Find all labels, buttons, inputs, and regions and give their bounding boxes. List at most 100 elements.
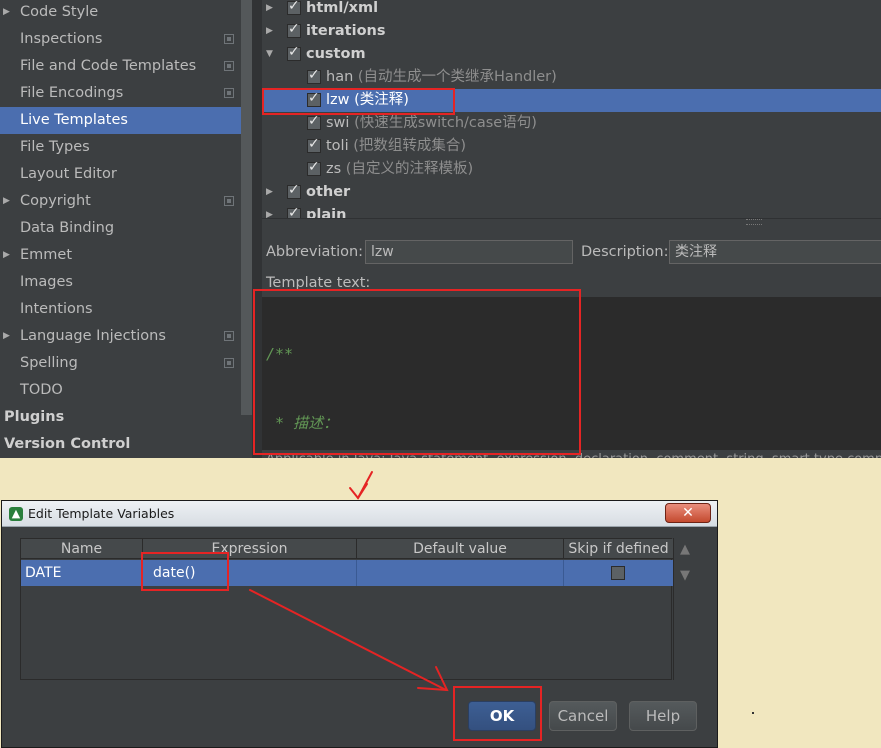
template-item[interactable]: ✓ han (自动生成一个类继承Handler) (262, 66, 881, 89)
settings-tree-item[interactable]: Intentions (0, 296, 240, 323)
cell-name[interactable]: DATE (21, 560, 143, 586)
template-abbreviation: swi (326, 115, 350, 131)
template-enabled-checkbox[interactable]: ✓ (287, 0, 301, 15)
template-enabled-checkbox[interactable]: ✓ (287, 205, 301, 218)
template-abbreviation: other (306, 184, 351, 200)
settings-tree-item[interactable]: Layout Editor (0, 161, 240, 188)
dialog-titlebar[interactable]: ▲ Edit Template Variables ✕ (2, 501, 717, 527)
template-description: (快速生成switch/case语句) (354, 115, 537, 131)
template-enabled-checkbox[interactable]: ✓ (287, 182, 301, 199)
collapse-arrow-icon[interactable]: ▼ (266, 43, 273, 66)
close-button[interactable]: ✕ (665, 503, 711, 523)
settings-tree-item-label: File Types (20, 139, 90, 155)
template-description: (把数组转成集合) (353, 138, 467, 154)
expand-arrow-icon[interactable]: ▶ (266, 181, 273, 204)
move-buttons-panel: ▲ ▼ (673, 538, 700, 680)
abbreviation-input[interactable]: lzw (365, 240, 573, 264)
move-up-icon[interactable]: ▲ (680, 542, 690, 557)
template-name: plain (306, 204, 346, 218)
cancel-button[interactable]: Cancel (549, 701, 617, 731)
template-enabled-checkbox[interactable]: ✓ (307, 90, 321, 107)
expand-arrow-icon[interactable]: ▶ (3, 0, 15, 26)
splitter[interactable] (262, 218, 881, 232)
stray-dot (752, 712, 754, 714)
settings-tree-item[interactable]: ▶ Emmet (0, 242, 240, 269)
help-button[interactable]: Help (629, 701, 697, 731)
arrow-down-shaft (357, 471, 373, 499)
check-icon: ✓ (288, 21, 300, 37)
template-group[interactable]: ▶ ✓ other (262, 181, 881, 204)
template-group[interactable]: ▶ ✓ html/xml (262, 0, 881, 20)
template-enabled-checkbox[interactable]: ✓ (307, 136, 321, 153)
template-text-editor[interactable]: /** * 描述： * @author Created by lzw * @em… (262, 297, 881, 450)
template-abbreviation: html/xml (306, 0, 379, 16)
edit-template-variables-dialog: ▲ Edit Template Variables ✕ Name Express… (1, 500, 718, 748)
skip-if-defined-checkbox[interactable] (611, 566, 625, 580)
abbreviation-label: Abbreviation: (266, 244, 364, 260)
template-group[interactable]: ▶ ✓ iterations (262, 20, 881, 43)
settings-tree-item-label: File Encodings (20, 85, 124, 101)
cell-expression[interactable]: date() (143, 560, 357, 586)
applicable-contexts-text[interactable]: Applicable in Java: Java statement, expr… (266, 450, 881, 458)
settings-tree-item[interactable]: Live Templates (0, 107, 252, 134)
code-line: * 描述： (266, 414, 339, 432)
column-header-name[interactable]: Name (21, 539, 143, 559)
check-icon: ✓ (288, 205, 300, 218)
tree-scrollbar[interactable] (241, 0, 252, 415)
column-header-default-value[interactable]: Default value (357, 539, 564, 559)
template-item[interactable]: ✓ swi (快速生成switch/case语句) (262, 112, 881, 135)
template-abbreviation: toli (326, 138, 349, 154)
settings-tree-item[interactable]: ▶ Language Injections (0, 323, 240, 350)
template-item[interactable]: ✓ lzw (类注释) (262, 89, 881, 112)
move-down-icon[interactable]: ▼ (680, 568, 690, 583)
template-name: swi (快速生成switch/case语句) (326, 112, 537, 135)
template-enabled-checkbox[interactable]: ✓ (287, 21, 301, 38)
splitter-grip[interactable] (746, 219, 762, 225)
settings-tree-root[interactable]: Version Control (0, 431, 240, 458)
settings-tree-item[interactable]: File and Code Templates (0, 53, 240, 80)
template-name: lzw (类注释) (326, 89, 409, 112)
expand-arrow-icon[interactable]: ▶ (3, 323, 15, 350)
settings-tree-item[interactable]: Data Binding (0, 215, 240, 242)
settings-tree-item[interactable]: ▶ Code Style (0, 0, 240, 26)
settings-tree-root[interactable]: Plugins (0, 404, 240, 431)
settings-tree-item-label: Inspections (20, 31, 103, 47)
settings-tree-item-label: Live Templates (20, 112, 128, 128)
template-group[interactable]: ▶ ✓ plain (262, 204, 881, 218)
expand-arrow-icon[interactable]: ▶ (3, 188, 15, 215)
expand-arrow-icon[interactable]: ▶ (3, 242, 15, 269)
description-input[interactable]: 类注释 (669, 240, 881, 264)
settings-tree-item[interactable]: ▶ Copyright (0, 188, 240, 215)
expand-arrow-icon[interactable]: ▶ (266, 20, 273, 43)
cell-default-value[interactable] (357, 560, 564, 586)
settings-tree-item[interactable]: File Encodings (0, 80, 240, 107)
panel-divider[interactable] (252, 0, 262, 458)
template-enabled-checkbox[interactable]: ✓ (287, 44, 301, 61)
template-item[interactable]: ✓ toli (把数组转成集合) (262, 135, 881, 158)
check-icon: ✓ (308, 67, 320, 83)
settings-tree: ▶ Code Style Inspections File and Code Temp… (0, 0, 252, 458)
expand-arrow-icon[interactable]: ▶ (266, 204, 273, 218)
ok-button[interactable]: OK (468, 701, 536, 731)
template-group[interactable]: ▼ ✓ custom (262, 43, 881, 66)
settings-tree-item-label: Copyright (20, 193, 91, 209)
settings-tree-item-label: Spelling (20, 355, 78, 371)
column-header-skip-if-defined[interactable]: Skip if defined (564, 539, 673, 559)
template-enabled-checkbox[interactable]: ✓ (307, 67, 321, 84)
template-item[interactable]: ✓ zs (自定义的注释模板) (262, 158, 881, 181)
expand-arrow-icon[interactable]: ▶ (266, 0, 273, 20)
template-abbreviation: plain (306, 207, 347, 218)
table-row[interactable]: DATE date() (21, 560, 673, 586)
column-header-expression[interactable]: Expression (143, 539, 357, 559)
template-enabled-checkbox[interactable]: ✓ (307, 159, 321, 176)
template-enabled-checkbox[interactable]: ✓ (307, 113, 321, 130)
code-line: /** (266, 345, 294, 363)
settings-tree-root-label: Plugins (4, 409, 65, 425)
settings-tree-item[interactable]: File Types (0, 134, 240, 161)
settings-tree-item[interactable]: Inspections (0, 26, 240, 53)
settings-tree-item[interactable]: Images (0, 269, 240, 296)
template-abbreviation: iterations (306, 23, 386, 39)
settings-tree-item-label: Images (20, 274, 73, 290)
settings-tree-item[interactable]: TODO (0, 377, 240, 404)
settings-tree-item[interactable]: Spelling (0, 350, 240, 377)
